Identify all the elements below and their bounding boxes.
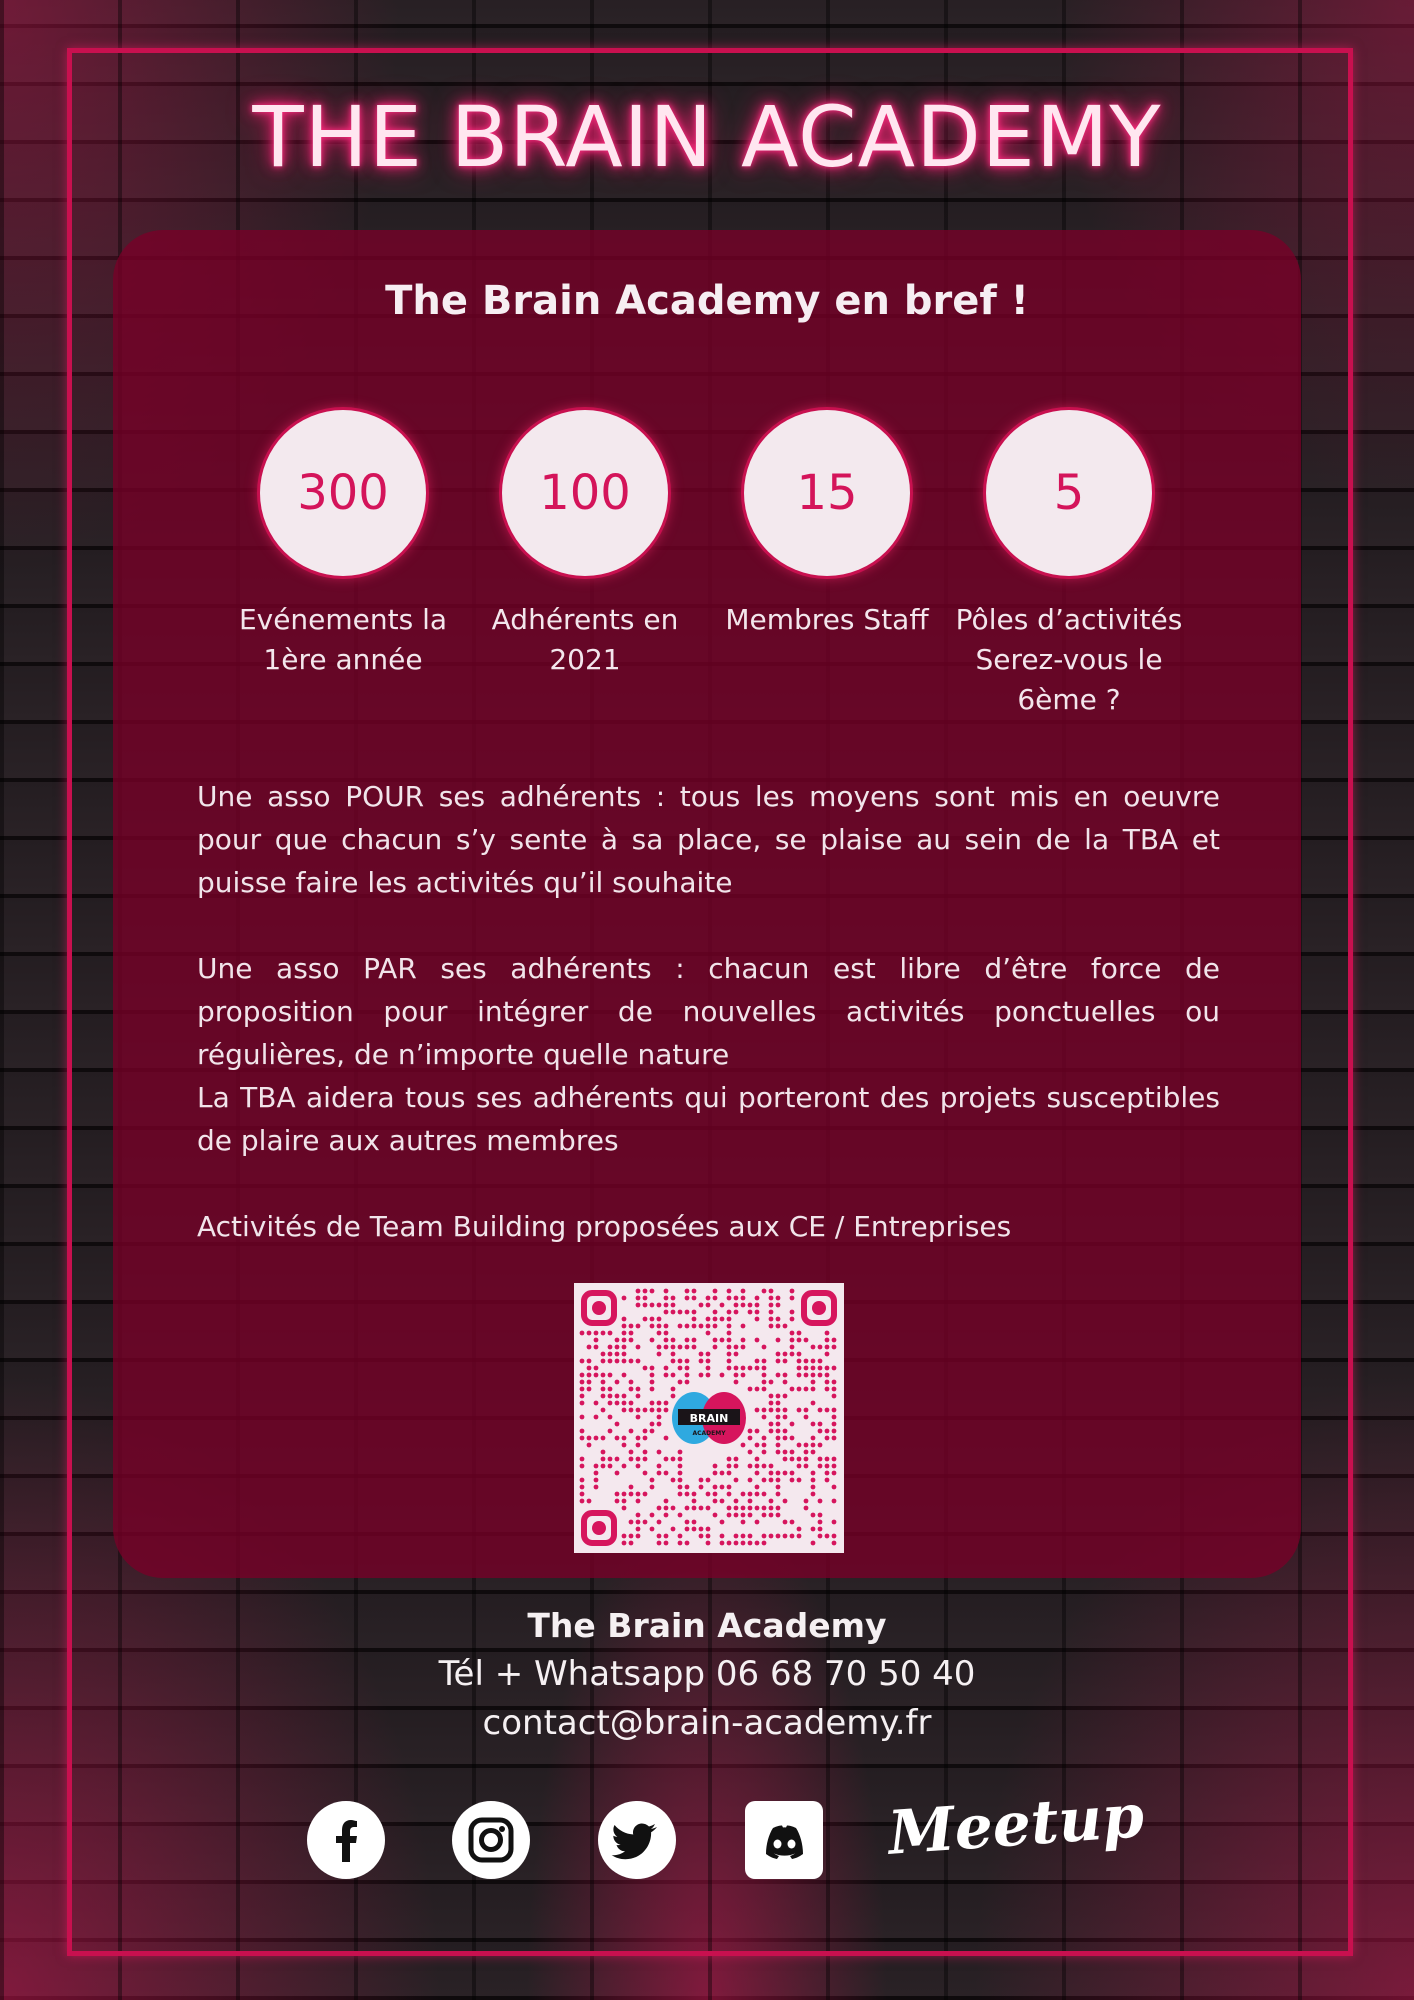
discord-icon[interactable]: [744, 1800, 824, 1880]
svg-text:ACADEMY: ACADEMY: [692, 1430, 726, 1437]
stat-poles: 5 Pôles d’activités Serez-vous le 6ème ?: [949, 410, 1189, 720]
stat-label: Adhérents en 2021: [491, 603, 679, 676]
panel-heading: The Brain Academy en bref !: [385, 278, 1029, 324]
stat-label: Pôles d’activités Serez-vous le 6ème ?: [955, 603, 1183, 716]
qr-center-logo: BRAIN ACADEMY: [671, 1380, 747, 1456]
description-text: Une asso POUR ses adhérents : tous les m…: [197, 775, 1220, 1248]
paragraph-aide: La TBA aidera tous ses adhérents qui por…: [197, 1081, 1220, 1157]
qr-code[interactable]: BRAIN ACADEMY: [574, 1283, 844, 1553]
stat-circle: 100: [502, 410, 668, 576]
contact-phone[interactable]: Tél + Whatsapp 06 68 70 50 40: [0, 1654, 1414, 1694]
facebook-icon[interactable]: [306, 1800, 386, 1880]
page-title: THE BRAIN ACADEMY: [252, 88, 1162, 186]
contact-email[interactable]: contact@brain-academy.fr: [0, 1703, 1414, 1743]
svg-text:BRAIN: BRAIN: [690, 1412, 729, 1425]
contact-name: The Brain Academy: [527, 1606, 887, 1645]
stat-circle: 5: [986, 410, 1152, 576]
stat-members: 100 Adhérents en 2021: [465, 410, 705, 680]
stat-label: Membres Staff: [725, 603, 929, 636]
stat-circle: 300: [260, 410, 426, 576]
stat-label: Evénements la 1ère année: [238, 603, 448, 676]
paragraph-team-building: Activités de Team Building proposées aux…: [197, 1210, 1012, 1243]
twitter-icon[interactable]: [597, 1800, 677, 1880]
paragraph-pour: Une asso POUR ses adhérents : tous les m…: [197, 780, 1220, 899]
paragraph-par: Une asso PAR ses adhérents : chacun est …: [197, 952, 1220, 1071]
stat-circle: 15: [744, 410, 910, 576]
stat-staff: 15 Membres Staff: [707, 410, 947, 640]
stat-events: 300 Evénements la 1ère année: [223, 410, 463, 680]
instagram-icon[interactable]: [451, 1800, 531, 1880]
